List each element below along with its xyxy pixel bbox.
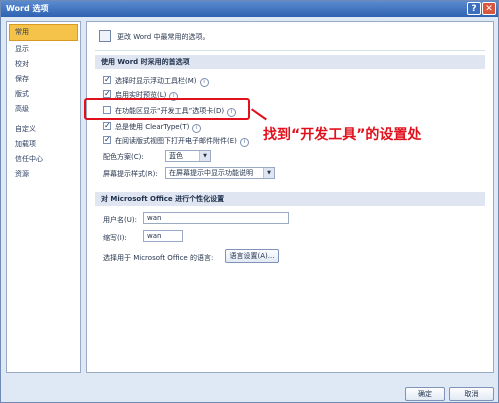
option-label-floating-toolbar: 选择时显示浮动工具栏(M)	[115, 77, 197, 85]
panel-header: 更改 Word 中最常用的选项。	[95, 28, 485, 51]
ok-button[interactable]: 确定	[405, 387, 445, 401]
close-button[interactable]: ✕	[482, 2, 496, 15]
username-label: 用户名(U):	[103, 216, 137, 224]
chevron-down-icon[interactable]: ▼	[199, 151, 210, 161]
word-options-window: Word 选项 ? ✕ 常用 显示 校对 保存 版式 高级 自定义 加载项 信任…	[0, 0, 499, 403]
option-cleartype[interactable]: 总是使用 ClearType(T)i	[103, 120, 202, 133]
sidebar-item-addins[interactable]: 加载项	[7, 137, 80, 152]
options-icon	[99, 30, 111, 42]
option-floating-toolbar[interactable]: 选择时显示浮动工具栏(M)i	[103, 74, 209, 87]
annotation-highlight-box	[84, 98, 250, 120]
checkbox-floating-toolbar[interactable]	[103, 74, 111, 85]
sidebar-item-display[interactable]: 显示	[7, 42, 80, 57]
sidebar-item-proofing[interactable]: 校对	[7, 57, 80, 72]
section-title-personalize: 对 Microsoft Office 进行个性化设置	[95, 192, 485, 206]
info-icon: i	[239, 138, 249, 147]
option-label-cleartype: 总是使用 ClearType(T)	[115, 123, 190, 131]
annotation-text: 找到“开发工具”的设置处	[263, 127, 422, 143]
color-scheme-label: 配色方案(C):	[103, 153, 144, 161]
screentip-style-select[interactable]: 在屏幕提示中显示功能说明 ▼	[165, 167, 275, 179]
info-icon: i	[192, 124, 202, 133]
checkbox-live-preview[interactable]	[103, 88, 111, 99]
color-scheme-select[interactable]: 蓝色 ▼	[165, 150, 211, 162]
info-icon: i	[199, 78, 209, 87]
sidebar-item-advanced[interactable]: 高级	[7, 102, 80, 117]
color-scheme-value: 蓝色	[169, 152, 183, 160]
screentip-style-label: 屏幕提示样式(R):	[103, 170, 158, 178]
options-panel: 更改 Word 中最常用的选项。 使用 Word 时采用的首选项 选择时显示浮动…	[86, 21, 494, 373]
option-label-email-attachments: 在阅读版式视图下打开电子邮件附件(E)	[115, 137, 237, 145]
sidebar-item-save[interactable]: 保存	[7, 72, 80, 87]
initials-label: 缩写(I):	[103, 234, 127, 242]
option-email-attachments[interactable]: 在阅读版式视图下打开电子邮件附件(E)i	[103, 134, 249, 147]
window-title: Word 选项	[6, 4, 49, 13]
initials-input[interactable]: wan	[143, 230, 183, 242]
cancel-button[interactable]: 取消	[449, 387, 494, 401]
chevron-down-icon[interactable]: ▼	[263, 168, 274, 178]
screentip-style-value: 在屏幕提示中显示功能说明	[169, 169, 253, 177]
language-label: 选择用于 Microsoft Office 的语言:	[103, 254, 214, 262]
checkbox-cleartype[interactable]	[103, 120, 111, 131]
sidebar-item-trust-center[interactable]: 信任中心	[7, 152, 80, 167]
sidebar-item-resources[interactable]: 资源	[7, 167, 80, 182]
sidebar-item-common[interactable]: 常用	[9, 24, 78, 41]
username-input[interactable]: wan	[143, 212, 289, 224]
language-settings-button[interactable]: 语言设置(A)...	[225, 249, 279, 263]
checkbox-email-attachments[interactable]	[103, 134, 111, 145]
sidebar-item-customize[interactable]: 自定义	[7, 122, 80, 137]
help-button[interactable]: ?	[467, 2, 481, 15]
title-bar: Word 选项 ? ✕	[1, 1, 498, 17]
section-title-preferences: 使用 Word 时采用的首选项	[95, 55, 485, 69]
sidebar: 常用 显示 校对 保存 版式 高级 自定义 加载项 信任中心 资源	[6, 21, 81, 373]
panel-header-text: 更改 Word 中最常用的选项。	[117, 33, 210, 41]
sidebar-item-layout[interactable]: 版式	[7, 87, 80, 102]
